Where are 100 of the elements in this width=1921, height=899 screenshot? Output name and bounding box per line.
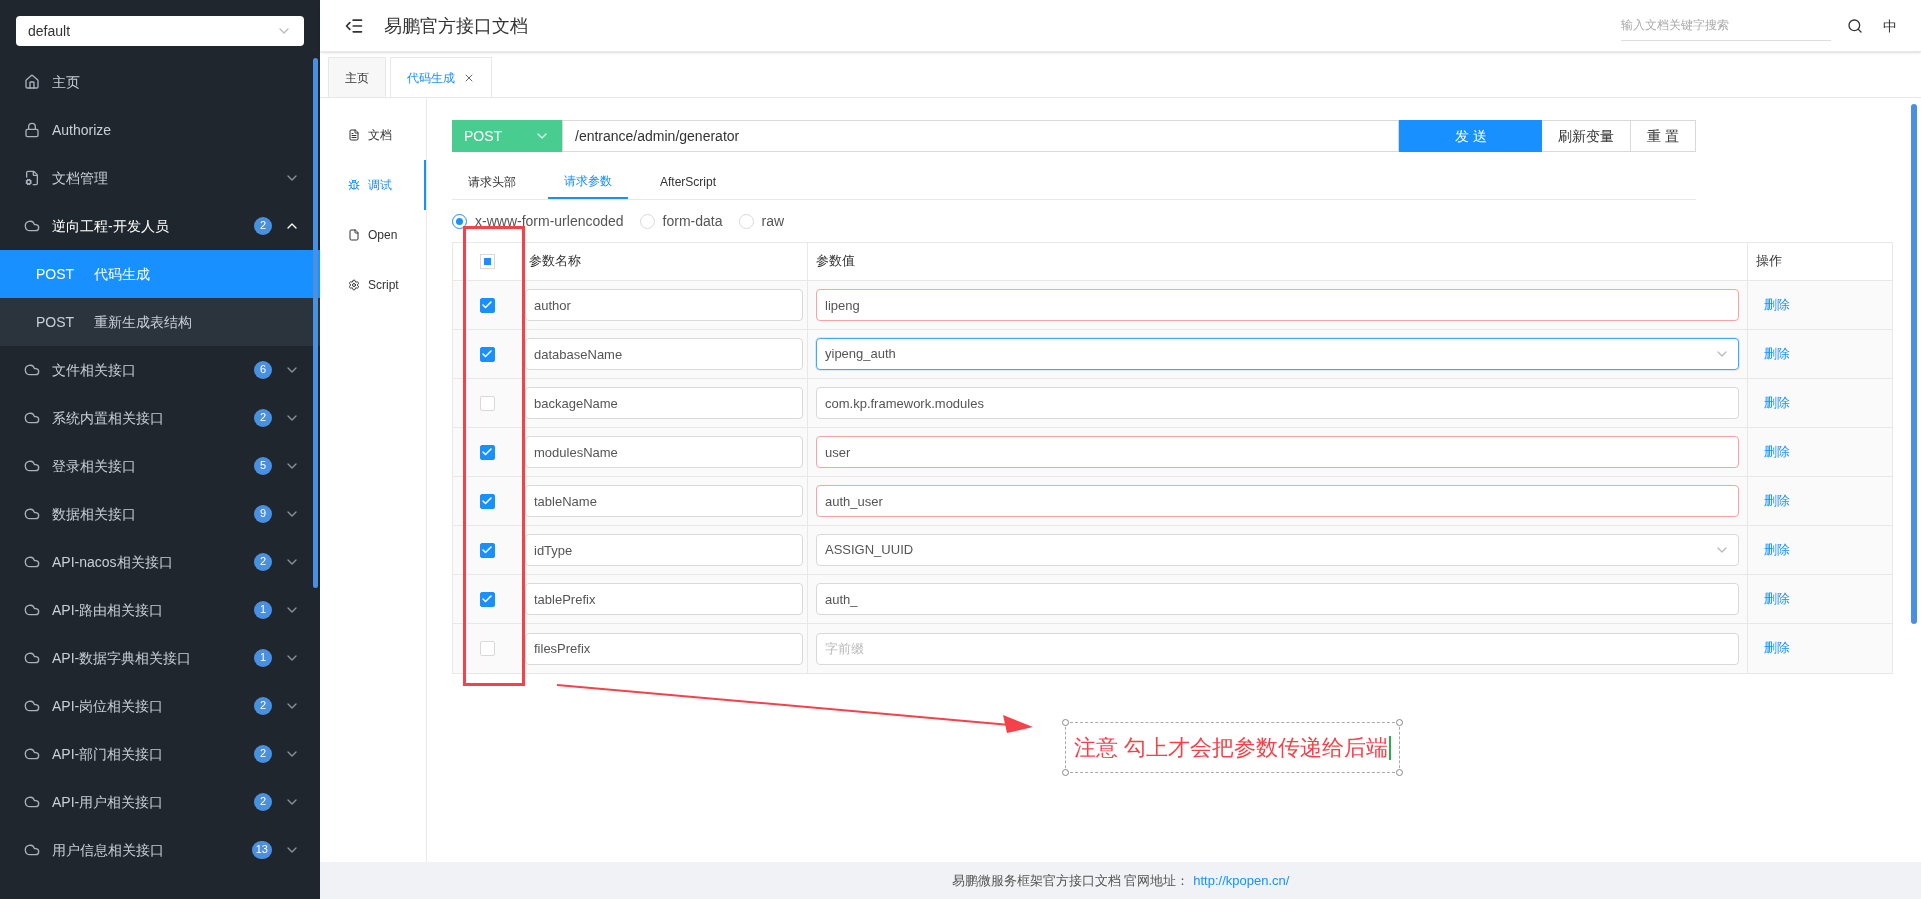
- gear-icon: [348, 279, 360, 291]
- menu-item[interactable]: 用户信息相关接口 13: [0, 826, 320, 874]
- scrollbar[interactable]: [1911, 104, 1917, 624]
- param-name-field[interactable]: idType: [525, 534, 803, 566]
- menu-item[interactable]: Authorize: [0, 106, 320, 154]
- search-field[interactable]: 输入文档关键字搜索: [1621, 10, 1831, 41]
- note-text: 注意 勾上才会把参数传递给后端: [1073, 734, 1389, 762]
- cloud-icon: [24, 842, 40, 858]
- side-tab[interactable]: Open: [320, 210, 426, 260]
- count-badge: 9: [254, 505, 272, 523]
- menu-item[interactable]: 文档管理: [0, 154, 320, 202]
- menu-item[interactable]: 文件相关接口 6: [0, 346, 320, 394]
- count-badge: 6: [254, 361, 272, 379]
- count-badge: 1: [254, 649, 272, 667]
- cloud-icon: [24, 218, 40, 234]
- file-icon: [348, 229, 360, 241]
- count-badge: 2: [254, 745, 272, 763]
- checkbox[interactable]: [479, 591, 495, 607]
- param-name-field[interactable]: author: [525, 289, 803, 321]
- cloud-icon: [24, 602, 40, 618]
- lock-icon: [24, 122, 40, 138]
- cloud-icon: [24, 410, 40, 426]
- param-value-field[interactable]: auth_user: [816, 485, 1739, 517]
- param-name-field[interactable]: tablePrefix: [525, 583, 803, 615]
- count-badge: 2: [254, 217, 272, 235]
- count-badge: 2: [254, 697, 272, 715]
- count-badge: 13: [251, 841, 272, 859]
- param-name-field[interactable]: backageName: [525, 387, 803, 419]
- param-value-field[interactable]: 字前缀: [816, 632, 1739, 665]
- scrollbar[interactable]: [313, 58, 318, 588]
- count-badge: 2: [254, 409, 272, 427]
- menu-item[interactable]: 逆向工程-开发人员 2: [0, 202, 320, 250]
- note-textbox[interactable]: 注意 勾上才会把参数传递给后端: [1064, 722, 1401, 773]
- cloud-icon: [24, 794, 40, 810]
- body-type-radio[interactable]: raw: [738, 211, 785, 231]
- param-name-field[interactable]: modulesName: [525, 436, 803, 468]
- checkbox[interactable]: [479, 346, 495, 362]
- document-icon: [348, 129, 360, 141]
- menu-item[interactable]: API-nacos相关接口 2: [0, 538, 320, 586]
- menu-item[interactable]: 主页: [0, 58, 320, 106]
- param-name-field[interactable]: databaseName: [525, 338, 803, 370]
- cloud-icon: [24, 506, 40, 522]
- menu-item[interactable]: 登录相关接口 5: [0, 442, 320, 490]
- request-tab[interactable]: 请求头部: [452, 164, 532, 199]
- select-all-checkbox[interactable]: [479, 254, 495, 269]
- url-field[interactable]: /entrance/admin/generator: [562, 120, 1400, 152]
- param-name-field[interactable]: filesPrefix: [525, 632, 803, 665]
- count-badge: 1: [254, 601, 272, 619]
- api-menu-item[interactable]: POST 重新生成表结构: [0, 298, 320, 346]
- param-value-field[interactable]: auth_: [816, 583, 1739, 615]
- cloud-icon: [24, 362, 40, 378]
- menu-item[interactable]: 系统内置相关接口 2: [0, 394, 320, 442]
- cloud-icon: [24, 650, 40, 666]
- menu-item[interactable]: API-用户相关接口 2: [0, 778, 320, 826]
- column-header: 参数值: [808, 243, 1748, 280]
- param-name-field[interactable]: tableName: [525, 485, 803, 517]
- menu-item[interactable]: API-部门相关接口 2: [0, 730, 320, 778]
- request-tab[interactable]: AfterScript: [644, 164, 732, 199]
- param-value-field[interactable]: com.kp.framework.modules: [816, 387, 1739, 419]
- menu-item[interactable]: API-岗位相关接口 2: [0, 682, 320, 730]
- checkbox[interactable]: [479, 493, 495, 509]
- resize-handle[interactable]: [1396, 719, 1404, 726]
- checkbox[interactable]: [479, 542, 495, 558]
- language-button[interactable]: 中: [1883, 15, 1897, 36]
- page-tab[interactable]: 主页: [328, 57, 386, 97]
- column-header: 操作: [1755, 252, 1783, 271]
- count-badge: 2: [254, 793, 272, 811]
- resize-handle[interactable]: [1396, 769, 1404, 776]
- cloud-icon: [24, 698, 40, 714]
- document-icon: [24, 170, 40, 186]
- menu-item[interactable]: 数据相关接口 9: [0, 490, 320, 538]
- checkbox[interactable]: [479, 297, 495, 313]
- count-badge: 2: [254, 553, 272, 571]
- bug-icon: [348, 179, 360, 191]
- text-cursor: [1389, 735, 1392, 760]
- count-badge: 5: [254, 457, 272, 475]
- cloud-icon: [24, 458, 40, 474]
- project-select[interactable]: default: [16, 16, 304, 46]
- cloud-icon: [24, 746, 40, 762]
- body-type-radio[interactable]: form-data: [639, 211, 723, 231]
- action-button[interactable]: 刷新变量: [1542, 120, 1632, 152]
- menu-item[interactable]: API-路由相关接口 1: [0, 586, 320, 634]
- resize-handle[interactable]: [1061, 719, 1069, 726]
- param-value-select[interactable]: ASSIGN_UUID: [816, 534, 1739, 566]
- resize-handle[interactable]: [1061, 769, 1069, 776]
- search-icon[interactable]: [1847, 17, 1863, 34]
- side-tab[interactable]: Script: [320, 260, 426, 310]
- menu-item[interactable]: API-数据字典相关接口 1: [0, 634, 320, 682]
- cloud-icon: [24, 554, 40, 570]
- body-type-radio[interactable]: x-www-form-urlencoded: [452, 211, 624, 231]
- page-title: 易鹏官方接口文档: [384, 14, 528, 38]
- side-tab[interactable]: 文档: [320, 110, 426, 160]
- param-value-field[interactable]: lipeng: [816, 289, 1739, 321]
- checkbox[interactable]: [479, 444, 495, 460]
- column-header: 参数名称: [521, 243, 808, 280]
- action-button[interactable]: 重 置: [1631, 120, 1696, 152]
- footer-text: 易鹏微服务框架官方接口文档 官网地址：: [951, 871, 1190, 890]
- param-value-field[interactable]: user: [816, 436, 1739, 468]
- param-value-select[interactable]: yipeng_auth: [816, 338, 1739, 370]
- home-icon: [24, 74, 40, 90]
